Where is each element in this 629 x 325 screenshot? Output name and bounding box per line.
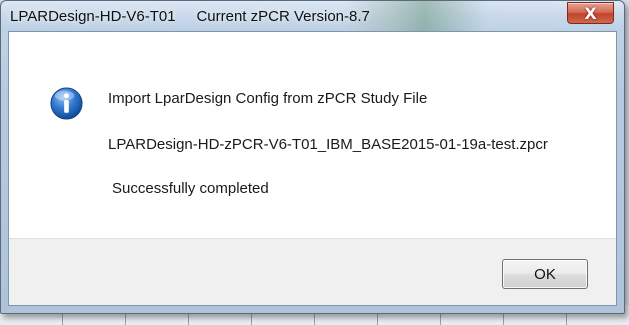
message-dialog: LPARDesign-HD-V6-T01 Current zPCR Versio… — [0, 0, 625, 314]
title-bar[interactable]: LPARDesign-HD-V6-T01 Current zPCR Versio… — [1, 1, 624, 31]
close-button[interactable]: X — [567, 2, 614, 24]
window-title: LPARDesign-HD-V6-T01 Current zPCR Versio… — [10, 8, 370, 25]
study-file-name: LPARDesign-HD-zPCR-V6-T01_IBM_BASE2015-0… — [108, 136, 548, 153]
close-icon: X — [584, 3, 597, 23]
message-area: Import LparDesign Config from zPCR Study… — [9, 32, 616, 238]
message-heading: Import LparDesign Config from zPCR Study… — [108, 90, 428, 107]
ok-button[interactable]: OK — [502, 259, 588, 289]
button-bar: OK — [9, 238, 616, 305]
dialog-body: Import LparDesign Config from zPCR Study… — [8, 31, 617, 306]
info-icon — [50, 87, 83, 120]
status-message: Successfully completed — [112, 180, 269, 197]
